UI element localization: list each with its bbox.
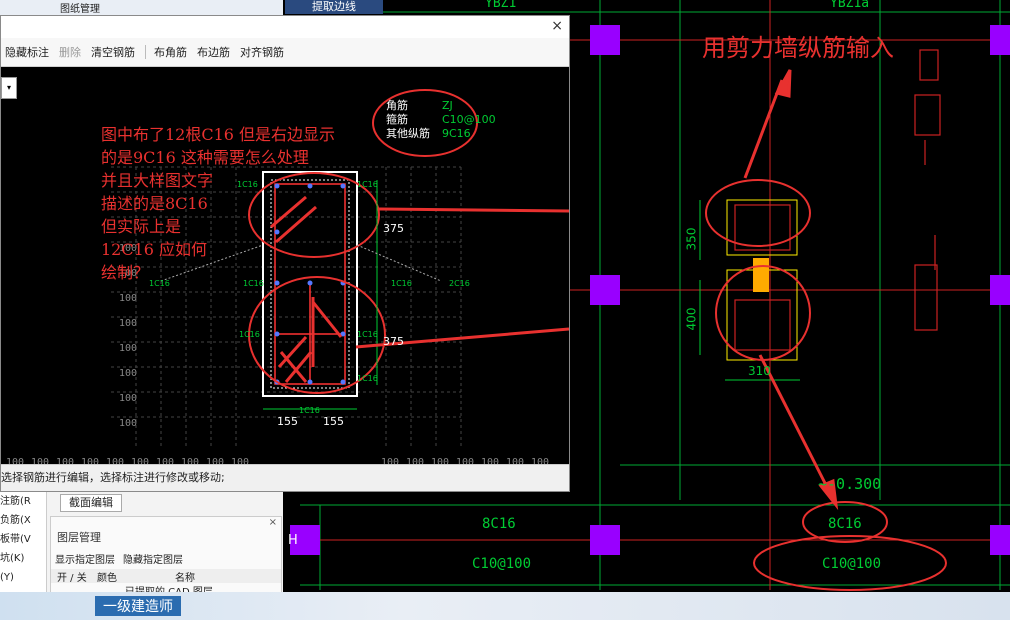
rebar-label: 1C16 bbox=[357, 374, 378, 383]
tree-item[interactable]: 板带(V bbox=[0, 530, 46, 549]
legend-row: 其他纵筋 9C16 bbox=[386, 127, 471, 140]
stirrup-left: C10@100 bbox=[472, 556, 532, 572]
layer-panel: × 图层管理 显示指定图层 隐藏指定图层 开 / 关 颜色 名称 已提取的 CA… bbox=[50, 516, 282, 598]
col-name: 名称 bbox=[175, 573, 195, 584]
dim-label: 155 bbox=[277, 415, 298, 428]
ybz1a-label: YBZ1a bbox=[830, 0, 870, 11]
rebar-8c16-right: 8C16 bbox=[828, 516, 862, 532]
left-tree: 注筋(R 负筋(X 板带(V 坑(K) (Y) bbox=[0, 492, 47, 592]
dialog-status-bar: 选择钢筋进行编辑，选择标注进行修改或移动; bbox=[1, 464, 569, 491]
rebar-label: 1C16 bbox=[239, 330, 260, 339]
rebar-label: 2C16 bbox=[449, 279, 470, 288]
rebar-label: 1C16 bbox=[299, 406, 320, 415]
svg-text:100: 100 bbox=[119, 318, 137, 329]
tree-item[interactable]: (Y) bbox=[0, 568, 46, 587]
col-color: 颜色 bbox=[97, 573, 117, 584]
legend-row: 角筋 ZJ bbox=[386, 99, 453, 112]
question-line: 的是9C16 这种需要怎么处理 bbox=[101, 148, 309, 167]
align-rebar-button[interactable]: 对齐钢筋 bbox=[240, 44, 284, 60]
rebar-label: 1C16 bbox=[357, 180, 378, 189]
close-icon[interactable]: × bbox=[551, 18, 563, 34]
dim-350: 350 bbox=[684, 227, 699, 251]
scale-dropdown[interactable]: ▾ bbox=[1, 77, 17, 99]
corner-rebar-button[interactable]: 布角筋 bbox=[154, 44, 187, 60]
rebar-8c16-left: 8C16 bbox=[482, 516, 516, 532]
show-layer-button[interactable]: 显示指定图层 bbox=[55, 551, 115, 566]
rebar-legend: 角筋 ZJ 箍筋 C10@100 其他纵筋 9C16 bbox=[386, 99, 496, 141]
dim-label: 375 bbox=[383, 335, 404, 348]
tree-item[interactable]: 注筋(R bbox=[0, 492, 46, 511]
svg-text:100: 100 bbox=[119, 368, 137, 379]
status-text: 选择钢筋进行编辑，选择标注进行修改或移动; bbox=[1, 471, 225, 484]
question-line: 图中布了12根C16 但是右边显示 bbox=[101, 125, 336, 144]
delete-button[interactable]: 删除 bbox=[59, 44, 81, 60]
banner-text: 一级建造师 bbox=[95, 596, 181, 616]
h-marker: H bbox=[288, 533, 298, 548]
svg-text:100: 100 bbox=[119, 418, 137, 429]
stirrup-right: C10@100 bbox=[822, 556, 882, 572]
drawing-panel-header: 图纸管理 bbox=[0, 0, 283, 15]
dialog-toolbar: 隐藏标注 删除 清空钢筋 布角筋 布边筋 对齐钢筋 bbox=[1, 38, 569, 67]
col-toggle: 开 / 关 bbox=[57, 573, 87, 584]
tree-item[interactable]: 负筋(X bbox=[0, 511, 46, 530]
edge-rebar-button[interactable]: 布边筋 bbox=[197, 44, 230, 60]
clear-rebar-button[interactable]: 清空钢筋 bbox=[91, 44, 135, 60]
section-edit-dialog: × 隐藏标注 删除 清空钢筋 布角筋 布边筋 对齐钢筋 ▾ 100 100 10… bbox=[0, 15, 570, 492]
svg-text:100: 100 bbox=[119, 293, 137, 304]
svg-text:100: 100 bbox=[119, 343, 137, 354]
question-line: 描述的是8C16 bbox=[101, 194, 208, 213]
question-line: 12C16 应如何 bbox=[101, 240, 208, 259]
question-line: 绘制？ bbox=[101, 263, 150, 282]
svg-text:100: 100 bbox=[119, 393, 137, 404]
section-canvas[interactable]: ▾ 100 100 100 100 100 100 100 100 100 10… bbox=[1, 67, 569, 465]
layer-table-header: 开 / 关 颜色 名称 bbox=[51, 569, 281, 584]
dim-310: 310 bbox=[748, 364, 771, 378]
rebar-label: 1C16 bbox=[391, 279, 412, 288]
layer-panel-title: 图层管理 bbox=[57, 531, 101, 544]
legend-row: 箍筋 C10@100 bbox=[386, 113, 496, 126]
tree-item[interactable]: 坑(K) bbox=[0, 549, 46, 568]
elevation-label: ~-0.300 bbox=[818, 475, 882, 493]
question-line: 但实际上是 bbox=[101, 217, 182, 236]
dim-400: 400 bbox=[684, 307, 699, 331]
question-line: 并且大样图文字 bbox=[101, 171, 214, 190]
drawing-panel-title: 图纸管理 bbox=[60, 4, 100, 15]
dialog-titlebar: × bbox=[1, 16, 569, 38]
question-note: 图中布了12根C16 但是右边显示 的是9C16 这种需要怎么处理 并且大样图文… bbox=[101, 123, 335, 284]
bottom-banner: 一级建造师 bbox=[0, 592, 1010, 620]
close-icon[interactable]: × bbox=[269, 517, 277, 528]
toolbar-separator bbox=[145, 45, 146, 59]
hide-layer-button[interactable]: 隐藏指定图层 bbox=[123, 551, 183, 566]
annotation-text: 用剪力墙纵筋输入 bbox=[702, 34, 894, 62]
section-edit-button[interactable]: 截面编辑 bbox=[60, 494, 122, 512]
hide-annotation-button[interactable]: 隐藏标注 bbox=[5, 44, 49, 60]
ybz1-label: YBZ1 bbox=[485, 0, 517, 11]
dim-label: 155 bbox=[323, 415, 344, 428]
dim-label: 375 bbox=[383, 222, 404, 235]
left-panel: 注筋(R 负筋(X 板带(V 坑(K) (Y) 截面编辑 × 图层管理 显示指定… bbox=[0, 492, 283, 598]
extract-edge-button[interactable]: 提取边线 bbox=[285, 0, 383, 14]
rebar-label: 1C16 bbox=[357, 330, 378, 339]
